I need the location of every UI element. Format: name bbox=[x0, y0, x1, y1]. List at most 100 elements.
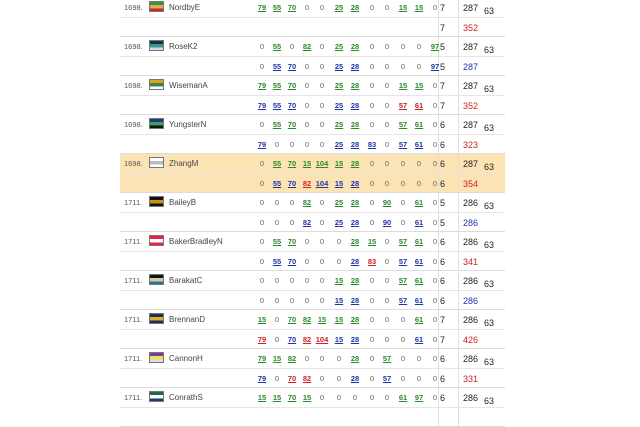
event-score[interactable]: 82 bbox=[285, 354, 299, 363]
event-score[interactable]: 55 bbox=[270, 62, 284, 71]
event-score[interactable]: 82 bbox=[300, 42, 314, 51]
event-score[interactable]: 104 bbox=[315, 335, 329, 344]
player-name-link[interactable]: BaileyB bbox=[169, 198, 196, 207]
event-score[interactable]: 57 bbox=[396, 276, 410, 285]
event-score[interactable]: 104 bbox=[315, 159, 329, 168]
event-score[interactable]: 15 bbox=[332, 159, 346, 168]
event-score[interactable]: 28 bbox=[348, 335, 362, 344]
event-score[interactable]: 15 bbox=[300, 393, 314, 402]
event-score[interactable]: 25 bbox=[332, 140, 346, 149]
event-score[interactable]: 79 bbox=[255, 374, 269, 383]
event-score[interactable]: 83 bbox=[365, 257, 379, 266]
event-score[interactable]: 57 bbox=[380, 374, 394, 383]
event-score[interactable]: 15 bbox=[255, 315, 269, 324]
event-score[interactable]: 28 bbox=[348, 276, 362, 285]
event-score[interactable]: 25 bbox=[332, 3, 346, 12]
event-score[interactable]: 28 bbox=[348, 296, 362, 305]
event-score[interactable]: 70 bbox=[285, 62, 299, 71]
event-score[interactable]: 61 bbox=[412, 276, 426, 285]
event-score[interactable]: 70 bbox=[285, 120, 299, 129]
event-score[interactable]: 57 bbox=[396, 140, 410, 149]
event-score[interactable]: 61 bbox=[412, 101, 426, 110]
event-score[interactable]: 15 bbox=[412, 81, 426, 90]
event-score[interactable]: 28 bbox=[348, 140, 362, 149]
event-score[interactable]: 57 bbox=[396, 296, 410, 305]
event-score[interactable]: 15 bbox=[396, 81, 410, 90]
event-score[interactable]: 79 bbox=[255, 81, 269, 90]
player-name-link[interactable]: CannonH bbox=[169, 354, 203, 363]
event-score[interactable]: 82 bbox=[300, 374, 314, 383]
event-score[interactable]: 57 bbox=[396, 120, 410, 129]
event-score[interactable]: 79 bbox=[255, 354, 269, 363]
event-score[interactable]: 55 bbox=[270, 159, 284, 168]
event-score[interactable]: 79 bbox=[255, 140, 269, 149]
event-score[interactable]: 15 bbox=[270, 354, 284, 363]
event-score[interactable]: 70 bbox=[285, 179, 299, 188]
event-score[interactable]: 61 bbox=[412, 315, 426, 324]
event-score[interactable]: 61 bbox=[396, 393, 410, 402]
event-score[interactable]: 70 bbox=[285, 257, 299, 266]
event-score[interactable]: 28 bbox=[348, 354, 362, 363]
event-score[interactable]: 79 bbox=[255, 3, 269, 12]
player-name-link[interactable]: YungsterN bbox=[169, 120, 206, 129]
event-score[interactable]: 25 bbox=[332, 81, 346, 90]
event-score[interactable]: 79 bbox=[255, 335, 269, 344]
event-score[interactable]: 57 bbox=[380, 354, 394, 363]
event-score[interactable]: 15 bbox=[270, 393, 284, 402]
player-name-link[interactable]: BrennanD bbox=[169, 315, 205, 324]
event-score[interactable]: 70 bbox=[285, 81, 299, 90]
event-score[interactable]: 104 bbox=[315, 179, 329, 188]
player-name-link[interactable]: BakerBradleyN bbox=[169, 237, 223, 246]
event-score[interactable]: 15 bbox=[332, 335, 346, 344]
event-score[interactable]: 70 bbox=[285, 159, 299, 168]
player-name-link[interactable]: WisemanA bbox=[169, 81, 208, 90]
event-score[interactable]: 28 bbox=[348, 179, 362, 188]
event-score[interactable]: 28 bbox=[348, 237, 362, 246]
event-score[interactable]: 28 bbox=[348, 218, 362, 227]
event-score[interactable]: 55 bbox=[270, 42, 284, 51]
player-name-link[interactable]: RoseK2 bbox=[169, 42, 197, 51]
event-score[interactable]: 83 bbox=[365, 140, 379, 149]
event-score[interactable]: 15 bbox=[365, 237, 379, 246]
event-score[interactable]: 28 bbox=[348, 315, 362, 324]
event-score[interactable]: 28 bbox=[348, 159, 362, 168]
event-score[interactable]: 28 bbox=[348, 257, 362, 266]
event-score[interactable]: 15 bbox=[315, 315, 329, 324]
event-score[interactable]: 61 bbox=[412, 296, 426, 305]
event-score[interactable]: 61 bbox=[412, 218, 426, 227]
event-score[interactable]: 15 bbox=[255, 393, 269, 402]
event-score[interactable]: 28 bbox=[348, 3, 362, 12]
event-score[interactable]: 70 bbox=[285, 374, 299, 383]
event-score[interactable]: 25 bbox=[332, 218, 346, 227]
event-score[interactable]: 90 bbox=[380, 218, 394, 227]
event-score[interactable]: 70 bbox=[285, 315, 299, 324]
event-score[interactable]: 70 bbox=[285, 335, 299, 344]
event-score[interactable]: 57 bbox=[396, 257, 410, 266]
event-score[interactable]: 15 bbox=[300, 159, 314, 168]
event-score[interactable]: 15 bbox=[332, 179, 346, 188]
event-score[interactable]: 70 bbox=[285, 101, 299, 110]
event-score[interactable]: 25 bbox=[332, 62, 346, 71]
event-score[interactable]: 55 bbox=[270, 179, 284, 188]
event-score[interactable]: 61 bbox=[412, 198, 426, 207]
player-name-link[interactable]: ConrathS bbox=[169, 393, 203, 402]
event-score[interactable]: 55 bbox=[270, 237, 284, 246]
event-score[interactable]: 55 bbox=[270, 101, 284, 110]
player-name-link[interactable]: NordbyE bbox=[169, 3, 200, 12]
event-score[interactable]: 15 bbox=[412, 3, 426, 12]
event-score[interactable]: 82 bbox=[300, 335, 314, 344]
event-score[interactable]: 55 bbox=[270, 257, 284, 266]
event-score[interactable]: 61 bbox=[412, 257, 426, 266]
event-score[interactable]: 55 bbox=[270, 120, 284, 129]
event-score[interactable]: 82 bbox=[300, 179, 314, 188]
event-score[interactable]: 82 bbox=[300, 315, 314, 324]
event-score[interactable]: 15 bbox=[332, 296, 346, 305]
event-score[interactable]: 70 bbox=[285, 393, 299, 402]
event-score[interactable]: 79 bbox=[255, 101, 269, 110]
event-score[interactable]: 90 bbox=[380, 198, 394, 207]
event-score[interactable]: 82 bbox=[300, 198, 314, 207]
event-score[interactable]: 61 bbox=[412, 237, 426, 246]
event-score[interactable]: 15 bbox=[332, 315, 346, 324]
event-score[interactable]: 28 bbox=[348, 62, 362, 71]
event-score[interactable]: 70 bbox=[285, 237, 299, 246]
